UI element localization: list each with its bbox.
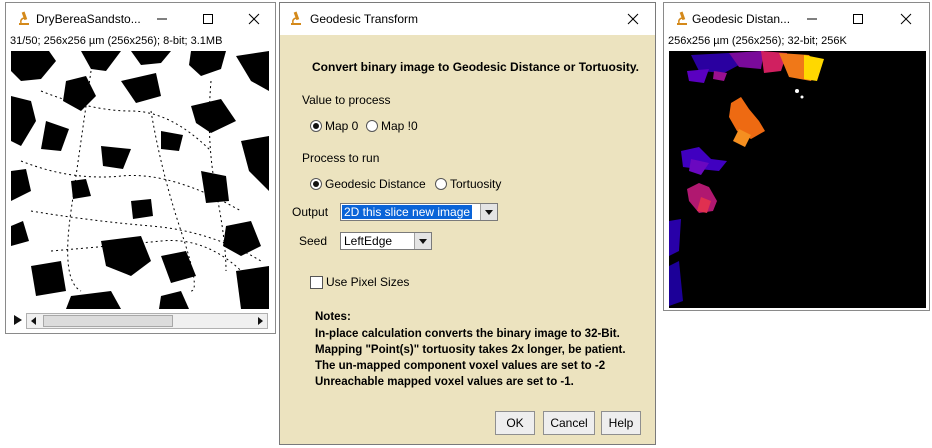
right-window-titlebar[interactable]: Geodesic Distan... [664, 3, 929, 35]
use-pixel-sizes-checkbox[interactable] [310, 276, 323, 289]
close-icon [900, 13, 912, 25]
radio-map-not-0[interactable] [366, 120, 378, 132]
notes-line-4: Unreachable mapped voxel values are set … [315, 376, 574, 388]
left-image-info: 31/50; 256x256 µm (256x256); 8-bit; 3.1M… [10, 35, 223, 47]
imagej-microscope-icon [19, 11, 29, 25]
notes-line-3: The un-mapped component voxel values are… [315, 360, 606, 372]
dialog-heading: Convert binary image to Geodesic Distanc… [312, 60, 639, 74]
right-image-window[interactable]: Geodesic Distan... 256x256 µm (256x256);… [663, 2, 930, 311]
minimize-icon [807, 18, 817, 20]
geodesic-transform-dialog[interactable]: Geodesic Transform Convert binary image … [279, 2, 656, 445]
close-icon [248, 13, 260, 25]
radio-geodesic-distance[interactable] [310, 178, 322, 190]
scroll-left-icon[interactable] [28, 314, 40, 328]
ok-button[interactable]: OK [495, 411, 535, 435]
seed-select-value: LeftEdge [344, 234, 393, 248]
left-minimize-button[interactable] [142, 3, 182, 35]
geodesic-distance-canvas[interactable] [669, 51, 926, 308]
dialog-titlebar[interactable]: Geodesic Transform [280, 3, 655, 35]
imagej-microscope-icon [677, 11, 687, 25]
left-window-title: DryBereaSandsto... [36, 12, 141, 26]
chevron-down-icon[interactable] [480, 204, 497, 220]
left-close-button[interactable] [234, 3, 274, 35]
sandstone-binary-image [11, 51, 269, 309]
scroll-right-icon[interactable] [254, 314, 266, 328]
scrollbar-thumb[interactable] [43, 315, 173, 327]
process-to-run-label: Process to run [302, 151, 380, 165]
radio-tortuosity[interactable] [435, 178, 447, 190]
slice-scrollbar[interactable] [26, 313, 268, 329]
minimize-icon [157, 18, 167, 20]
radio-map-not-0-label[interactable]: Map !0 [381, 119, 418, 133]
right-close-button[interactable] [886, 3, 926, 35]
right-minimize-button[interactable] [792, 3, 832, 35]
radio-geodesic-distance-label[interactable]: Geodesic Distance [325, 177, 426, 191]
dialog-title: Geodesic Transform [310, 12, 419, 26]
radio-map-0[interactable] [310, 120, 322, 132]
imagej-microscope-icon [291, 11, 301, 25]
use-pixel-sizes-label[interactable]: Use Pixel Sizes [326, 275, 409, 289]
left-image-window[interactable]: DryBereaSandsto... 31/50; 256x256 µm (25… [5, 2, 276, 334]
slice-play-button[interactable] [11, 313, 25, 327]
right-image-info: 256x256 µm (256x256); 32-bit; 256K [668, 35, 847, 47]
left-window-titlebar[interactable]: DryBereaSandsto... [6, 3, 275, 35]
notes-line-1: In-place calculation converts the binary… [315, 328, 620, 340]
notes-line-2: Mapping "Point(s)" tortuosity takes 2x l… [315, 344, 626, 356]
value-to-process-label: Value to process [302, 93, 391, 107]
seed-select[interactable]: LeftEdge [340, 232, 432, 250]
notes-title: Notes: [315, 311, 351, 323]
left-maximize-button[interactable] [188, 3, 228, 35]
cancel-button[interactable]: Cancel [543, 411, 595, 435]
dialog-close-button[interactable] [613, 3, 653, 35]
radio-tortuosity-label[interactable]: Tortuosity [450, 177, 501, 191]
radio-map-0-label[interactable]: Map 0 [325, 119, 358, 133]
output-select[interactable]: 2D this slice new image [340, 203, 498, 221]
close-icon [627, 13, 639, 25]
seed-label: Seed [299, 234, 328, 248]
output-label: Output [292, 205, 329, 219]
right-window-title: Geodesic Distan... [692, 12, 791, 26]
right-maximize-button[interactable] [838, 3, 878, 35]
geodesic-distance-image [669, 51, 824, 306]
chevron-down-icon[interactable] [414, 233, 431, 249]
help-button[interactable]: Help [601, 411, 641, 435]
maximize-icon [853, 14, 863, 24]
play-icon [14, 315, 22, 325]
maximize-icon [203, 14, 213, 24]
sandstone-image-canvas[interactable] [11, 51, 269, 309]
output-select-value: 2D this slice new image [340, 204, 474, 220]
